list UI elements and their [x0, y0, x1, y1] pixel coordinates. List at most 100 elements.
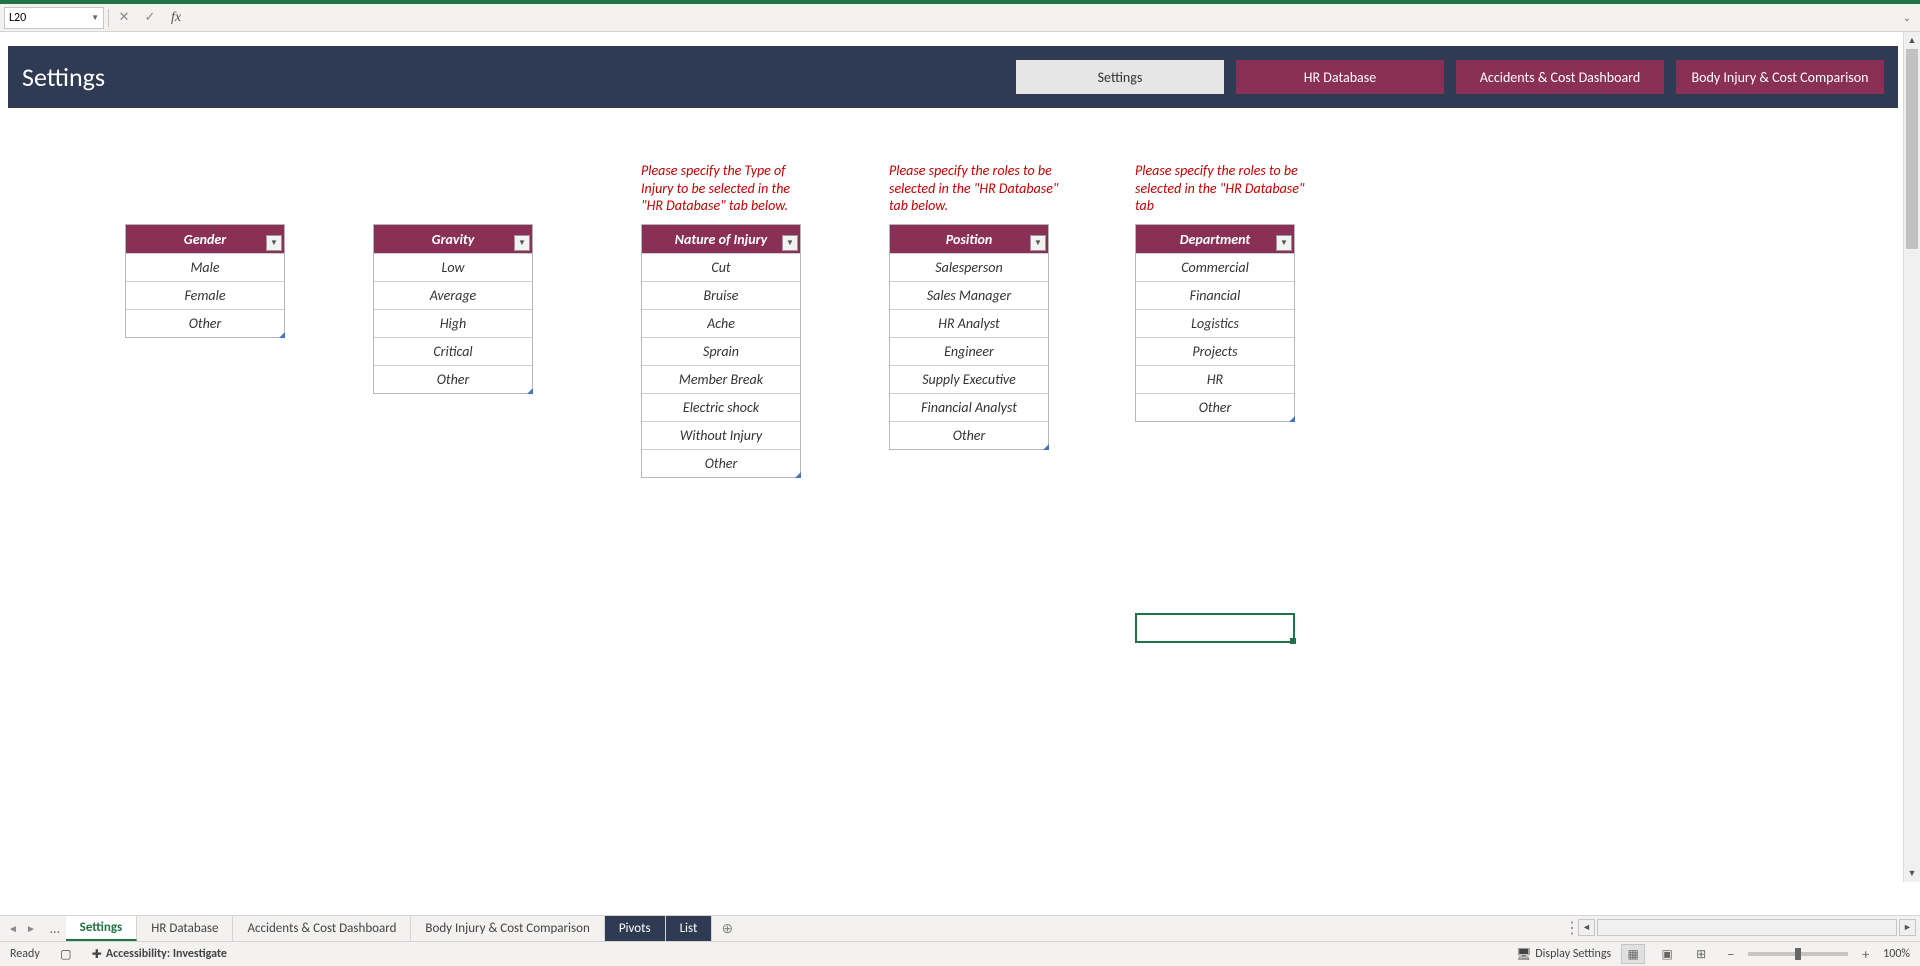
formula-bar: L20 ▼ ✕ ✓ fx ⌄: [0, 4, 1920, 32]
nav-tab-settings[interactable]: Settings: [1016, 60, 1224, 94]
table-row[interactable]: Male: [126, 253, 284, 281]
filter-icon[interactable]: ▼: [782, 235, 798, 251]
table-row[interactable]: HR Analyst: [890, 309, 1048, 337]
zoom-handle[interactable]: [1795, 948, 1801, 960]
table-row[interactable]: Critical: [374, 337, 532, 365]
selected-cell[interactable]: [1135, 613, 1295, 643]
hscroll-right-button[interactable]: ►: [1899, 919, 1916, 936]
table-row[interactable]: Member Break: [642, 365, 800, 393]
nav-tab-body-injury[interactable]: Body Injury & Cost Comparison: [1676, 60, 1884, 94]
nav-tab-hr-database[interactable]: HR Database: [1236, 60, 1444, 94]
table-row[interactable]: Other: [642, 449, 800, 477]
table-resize-handle[interactable]: [527, 388, 533, 394]
table-resize-handle[interactable]: [279, 332, 285, 338]
table-row[interactable]: Supply Executive: [890, 365, 1048, 393]
name-box[interactable]: L20 ▼: [4, 7, 104, 29]
table-row[interactable]: Engineer: [890, 337, 1048, 365]
scroll-thumb[interactable]: [1906, 49, 1918, 249]
sheet-tab-body-injury[interactable]: Body Injury & Cost Comparison: [411, 916, 604, 941]
display-settings-label: Display Settings: [1535, 947, 1611, 961]
nav-tab-accidents-dashboard[interactable]: Accidents & Cost Dashboard: [1456, 60, 1664, 94]
zoom-percent[interactable]: 100%: [1883, 947, 1910, 961]
page-nav-tabs: Settings HR Database Accidents & Cost Da…: [1016, 60, 1884, 94]
sheet-tab-list[interactable]: List: [666, 916, 713, 941]
filter-icon[interactable]: ▼: [1030, 235, 1046, 251]
table-row[interactable]: Ache: [642, 309, 800, 337]
table-row[interactable]: Financial: [1136, 281, 1294, 309]
table-row[interactable]: HR: [1136, 365, 1294, 393]
page-layout-view-button[interactable]: ▣: [1655, 944, 1679, 964]
formula-input[interactable]: [191, 7, 1894, 29]
table-row[interactable]: Logistics: [1136, 309, 1294, 337]
sheet-tab-settings[interactable]: Settings: [66, 916, 138, 941]
column-department: Please specify the roles to be selected …: [1135, 224, 1295, 422]
table-row[interactable]: Salesperson: [890, 253, 1048, 281]
table-position: Position ▼ Salesperson Sales Manager HR …: [889, 224, 1049, 450]
scroll-down-button[interactable]: ▼: [1904, 865, 1920, 882]
status-left: Ready ▢ ✚ Accessibility: Investigate: [10, 946, 227, 962]
table-row[interactable]: Bruise: [642, 281, 800, 309]
macro-record-icon[interactable]: ▢: [58, 946, 74, 962]
display-settings-button[interactable]: 🖥 Display Settings: [1516, 947, 1611, 962]
scroll-up-button[interactable]: ▲: [1904, 32, 1920, 49]
table-resize-handle[interactable]: [1289, 416, 1295, 422]
tab-prev-button[interactable]: ◄: [6, 920, 20, 938]
sheet-tab-accidents-dashboard[interactable]: Accidents & Cost Dashboard: [233, 916, 411, 941]
accessibility-button[interactable]: ✚ Accessibility: Investigate: [92, 947, 227, 962]
status-right: 🖥 Display Settings ▦ ▣ ⊞ − + 100%: [1516, 944, 1910, 964]
chevron-down-icon[interactable]: ▼: [91, 13, 99, 23]
table-row[interactable]: Other: [1136, 393, 1294, 421]
filter-icon[interactable]: ▼: [1276, 235, 1292, 251]
normal-view-button[interactable]: ▦: [1621, 944, 1645, 964]
filter-icon[interactable]: ▼: [266, 235, 282, 251]
table-row[interactable]: Average: [374, 281, 532, 309]
hint-department: Please specify the roles to be selected …: [1135, 162, 1305, 215]
table-row[interactable]: Other: [890, 421, 1048, 449]
table-header-department: Department ▼: [1136, 225, 1294, 253]
display-icon: 🖥: [1516, 947, 1531, 962]
table-row[interactable]: Without Injury: [642, 421, 800, 449]
horizontal-scroll-group: ⋮ ◄ ►: [1568, 919, 1916, 936]
hscroll-track[interactable]: [1597, 919, 1897, 936]
sheet-tabs-bar: ◄ ► … Settings HR Database Accidents & C…: [0, 915, 1920, 941]
page-break-view-button[interactable]: ⊞: [1689, 944, 1713, 964]
enter-formula-button[interactable]: ✓: [139, 7, 161, 29]
worksheet-area[interactable]: Settings Settings HR Database Accidents …: [0, 32, 1920, 882]
page-title: Settings: [22, 61, 105, 93]
tab-next-button[interactable]: ►: [24, 920, 38, 938]
vertical-scrollbar[interactable]: ▲ ▼: [1903, 32, 1920, 882]
table-row[interactable]: Commercial: [1136, 253, 1294, 281]
table-row[interactable]: Other: [374, 365, 532, 393]
tab-overflow-button[interactable]: …: [44, 916, 66, 941]
sheet-tab-hr-database[interactable]: HR Database: [137, 916, 233, 941]
table-row[interactable]: Female: [126, 281, 284, 309]
filter-icon[interactable]: ▼: [514, 235, 530, 251]
hint-position: Please specify the roles to be selected …: [889, 162, 1059, 215]
table-resize-handle[interactable]: [1043, 444, 1049, 450]
table-row[interactable]: Sprain: [642, 337, 800, 365]
table-row[interactable]: Projects: [1136, 337, 1294, 365]
table-row[interactable]: Electric shock: [642, 393, 800, 421]
table-row[interactable]: Cut: [642, 253, 800, 281]
zoom-out-button[interactable]: −: [1723, 946, 1738, 963]
table-row[interactable]: Other: [126, 309, 284, 337]
cancel-formula-button[interactable]: ✕: [113, 7, 135, 29]
table-row[interactable]: Sales Manager: [890, 281, 1048, 309]
new-sheet-button[interactable]: ⊕: [712, 916, 742, 941]
accessibility-icon: ✚: [92, 947, 102, 962]
status-ready: Ready: [10, 947, 40, 961]
hscroll-left-button[interactable]: ◄: [1578, 919, 1595, 936]
insert-function-button[interactable]: fx: [165, 7, 187, 29]
sheet-tab-pivots[interactable]: Pivots: [605, 916, 666, 941]
table-row[interactable]: Financial Analyst: [890, 393, 1048, 421]
zoom-in-button[interactable]: +: [1858, 946, 1873, 963]
table-row[interactable]: High: [374, 309, 532, 337]
table-row[interactable]: Low: [374, 253, 532, 281]
table-resize-handle[interactable]: [795, 472, 801, 478]
column-gravity: Gravity ▼ Low Average High Critical Othe…: [373, 224, 533, 394]
expand-formula-bar-button[interactable]: ⌄: [1898, 7, 1916, 29]
zoom-slider[interactable]: [1748, 952, 1848, 956]
tab-nav-controls: ◄ ►: [0, 916, 44, 941]
column-position: Please specify the roles to be selected …: [889, 224, 1049, 450]
tabs-split-handle[interactable]: ⋮: [1568, 919, 1576, 936]
